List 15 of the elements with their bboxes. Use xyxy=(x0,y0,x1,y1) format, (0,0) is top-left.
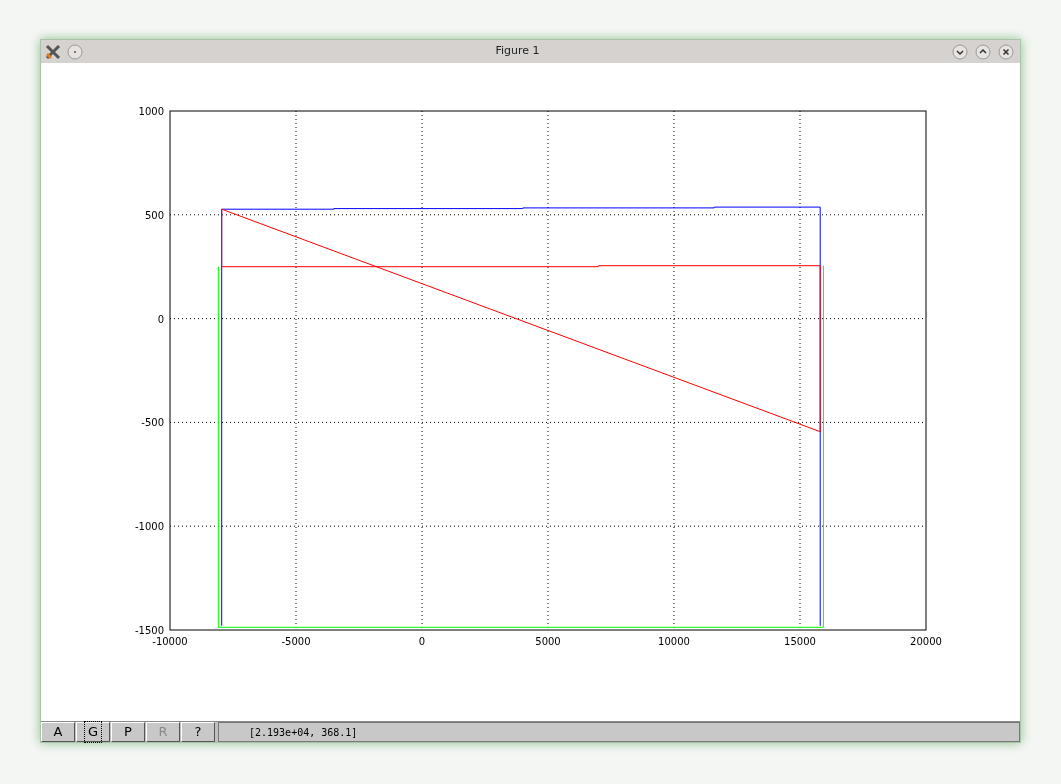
y-tick-label: 1000 xyxy=(138,106,164,117)
status-field: [2.193e+04, 368.1] xyxy=(218,722,1020,742)
x-tick-label: 20000 xyxy=(910,636,942,647)
y-tick-label: 500 xyxy=(144,209,164,221)
x-tick-label: 0 xyxy=(418,636,426,647)
x-tick-label: -10000 xyxy=(152,636,188,647)
x-tick-label: 10000 xyxy=(658,636,690,647)
x-tick-label: 15000 xyxy=(784,636,816,647)
window-title: Figure 1 xyxy=(494,43,541,60)
x-tick-label: -5000 xyxy=(281,636,311,647)
y-tick-label: -500 xyxy=(141,417,164,429)
y-tick-label: -1000 xyxy=(134,521,164,533)
x-tick-label: 5000 xyxy=(535,636,561,647)
y-tick-label: -1500 xyxy=(134,625,164,636)
y-tick-label: 0 xyxy=(157,313,164,325)
